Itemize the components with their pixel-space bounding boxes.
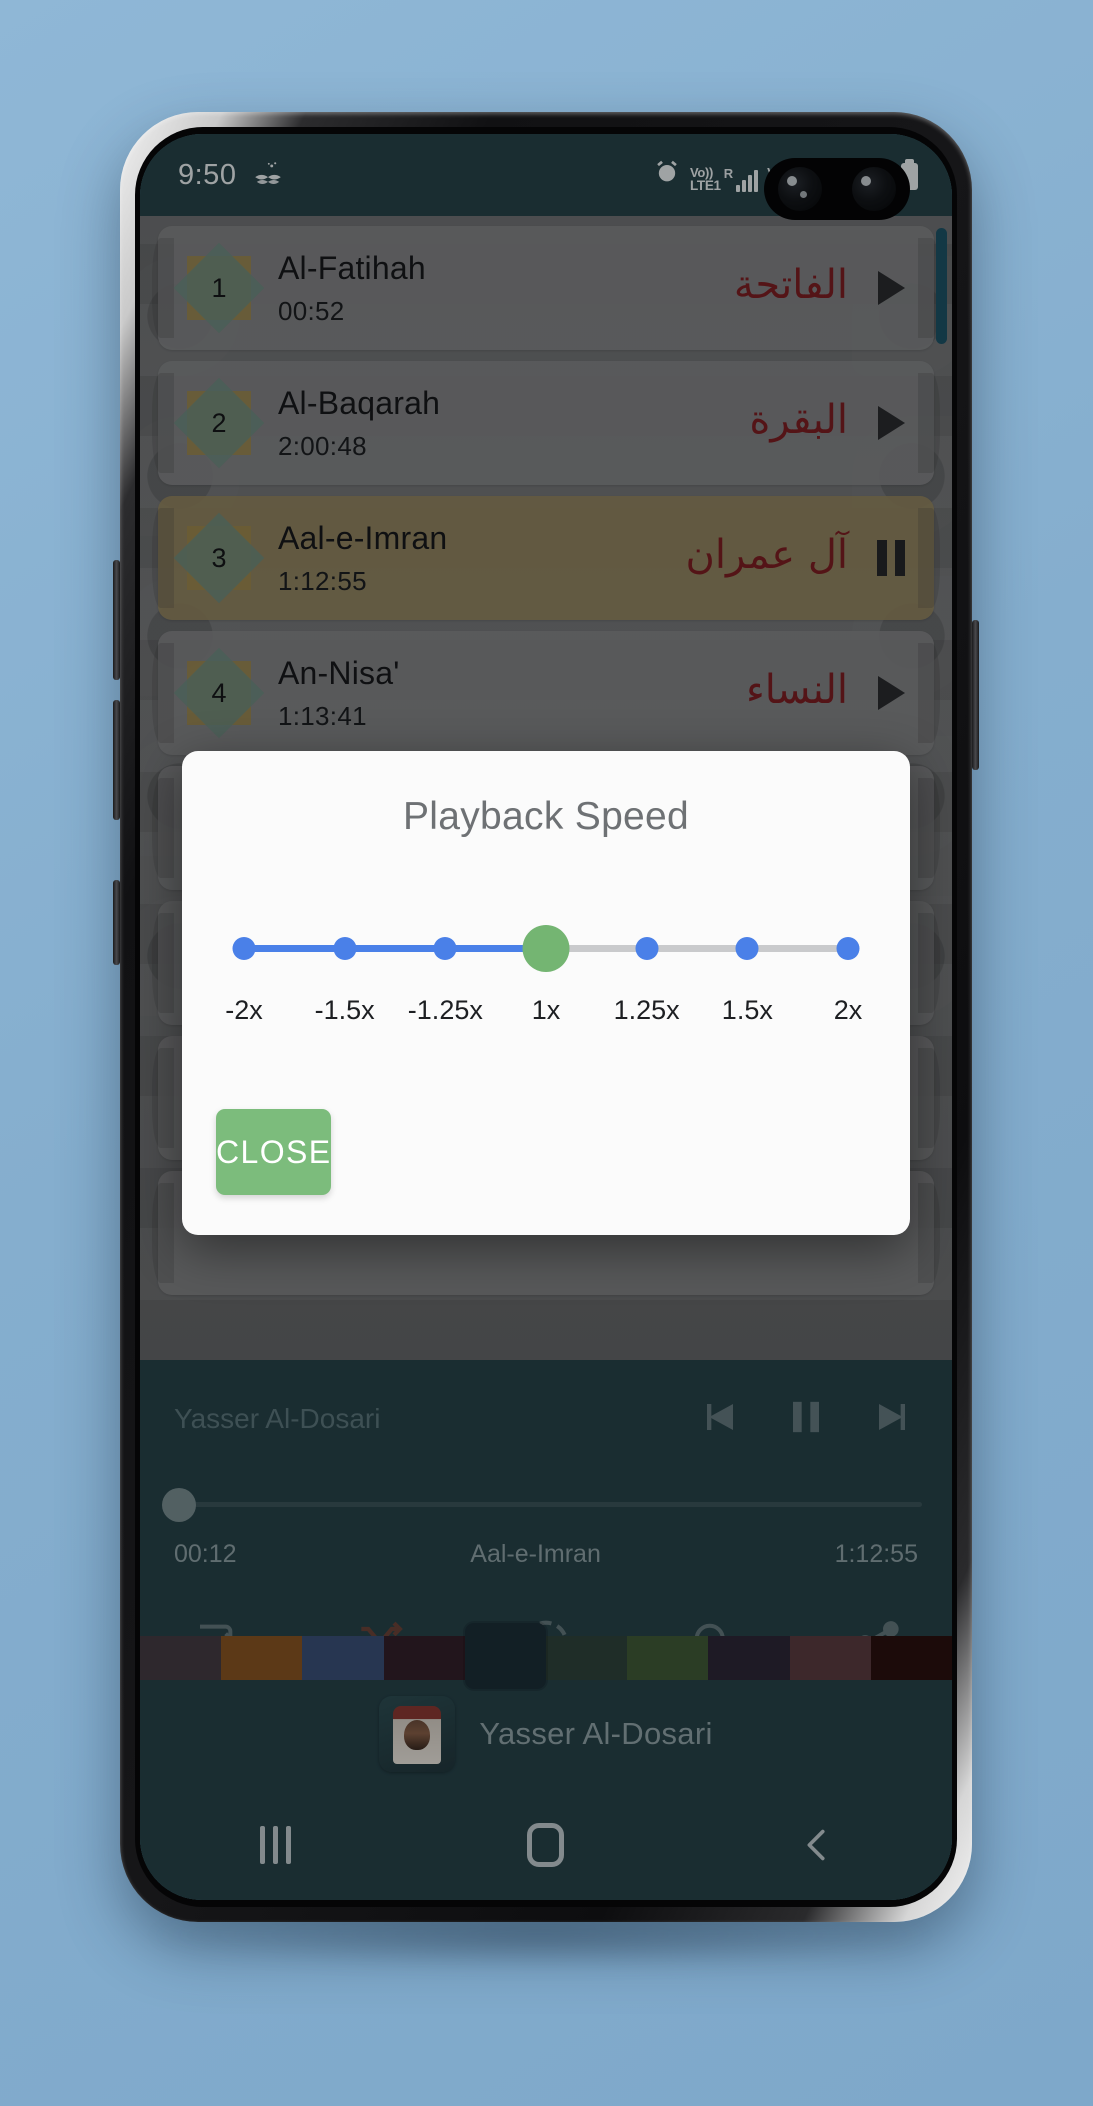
slider-fill <box>244 945 546 952</box>
volume-down-button[interactable] <box>113 700 120 820</box>
power-button[interactable] <box>972 620 979 770</box>
slider-tick[interactable] <box>735 937 759 960</box>
slider-option-label[interactable]: 1.5x <box>722 995 773 1026</box>
playback-speed-slider[interactable] <box>214 923 878 979</box>
volume-up-button[interactable] <box>113 560 120 680</box>
slider-tick[interactable] <box>635 937 659 960</box>
slider-option-label[interactable]: 1.25x <box>614 995 680 1026</box>
dialog-title: Playback Speed <box>402 795 690 838</box>
slider-tick[interactable] <box>433 937 457 960</box>
slider-tick-labels: -2x -1.5x -1.25x 1x 1.25x 1.5x 2x <box>214 995 878 1039</box>
slider-thumb[interactable] <box>522 925 570 972</box>
screenshot-stage: 1 Al-Fatihah 00:52 الفاتحة 2 Al-Baqarah … <box>0 0 1093 2106</box>
slider-option-label[interactable]: -1.25x <box>408 995 483 1026</box>
slider-option-label[interactable]: -2x <box>225 995 263 1026</box>
phone-screen: 1 Al-Fatihah 00:52 الفاتحة 2 Al-Baqarah … <box>140 134 952 1900</box>
slider-option-label[interactable]: -1.5x <box>315 995 375 1026</box>
assistant-button[interactable] <box>113 880 120 965</box>
slider-option-label[interactable]: 1x <box>532 995 561 1026</box>
slider-option-label[interactable]: 2x <box>834 995 863 1026</box>
playback-speed-dialog: Playback Speed -2x -1.5x -1.25x 1x 1.25x… <box>182 751 910 1235</box>
slider-tick[interactable] <box>836 937 860 960</box>
close-button[interactable]: CLOSE <box>216 1109 332 1195</box>
quran-player-app: 1 Al-Fatihah 00:52 الفاتحة 2 Al-Baqarah … <box>140 134 952 1900</box>
slider-tick[interactable] <box>232 937 256 960</box>
slider-tick[interactable] <box>333 937 357 960</box>
